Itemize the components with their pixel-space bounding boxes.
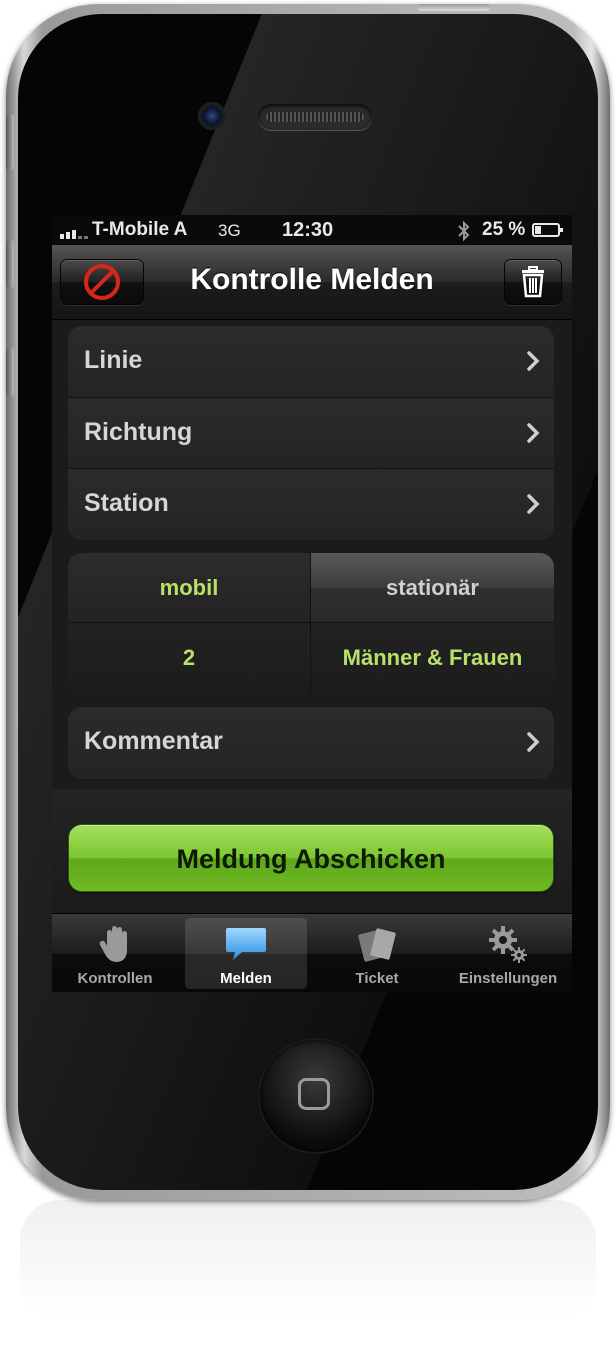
bluetooth-icon bbox=[458, 220, 470, 242]
mute-switch bbox=[6, 114, 14, 170]
page: T-Mobile A 3G 12:30 25 % Kontrolle Melde… bbox=[0, 0, 616, 1348]
status-bar: T-Mobile A 3G 12:30 25 % bbox=[52, 215, 572, 245]
control-type-panel: mobil stationär 2 Männer & Frauen bbox=[68, 553, 554, 693]
tab-label: Melden bbox=[220, 970, 272, 987]
navigation-bar: Kontrolle Melden bbox=[52, 245, 572, 320]
volume-down-button bbox=[6, 348, 14, 396]
tab-label: Ticket bbox=[355, 970, 399, 987]
comment-group: Kommentar bbox=[68, 707, 554, 778]
delete-button[interactable] bbox=[504, 259, 562, 305]
segment-stationaer[interactable]: stationär bbox=[311, 553, 554, 623]
battery-percentage: 25 % bbox=[482, 219, 526, 240]
controller-gender[interactable]: Männer & Frauen bbox=[311, 623, 554, 693]
row-richtung[interactable]: Richtung bbox=[68, 397, 554, 468]
tab-ticket[interactable]: Ticket bbox=[316, 918, 438, 989]
power-button bbox=[418, 4, 490, 11]
controller-count[interactable]: 2 bbox=[68, 623, 311, 693]
front-camera bbox=[198, 102, 226, 130]
phone-reflection bbox=[20, 1200, 596, 1320]
gears-icon bbox=[489, 926, 527, 963]
tab-bar: Kontrollen Melden Ticket Einstellungen bbox=[52, 913, 572, 992]
row-linie[interactable]: Linie bbox=[68, 326, 554, 397]
speech-bubble-icon bbox=[226, 928, 266, 960]
page-title: Kontrolle Melden bbox=[190, 263, 434, 296]
earpiece-speaker bbox=[258, 104, 372, 130]
chevron-right-icon bbox=[527, 494, 540, 514]
ticket-icon bbox=[358, 928, 396, 962]
location-group: Linie Richtung Station bbox=[68, 326, 554, 539]
battery-icon bbox=[532, 223, 563, 237]
tab-einstellungen[interactable]: Einstellungen bbox=[447, 918, 569, 989]
app-screen: T-Mobile A 3G 12:30 25 % Kontrolle Melde… bbox=[52, 215, 572, 992]
status-time: 12:30 bbox=[282, 219, 334, 241]
volume-up-button bbox=[6, 240, 14, 288]
tab-label: Einstellungen bbox=[458, 970, 558, 987]
chevron-right-icon bbox=[527, 732, 540, 752]
tab-melden[interactable]: Melden bbox=[185, 918, 307, 989]
row-label: Kommentar bbox=[84, 727, 223, 755]
tab-label: Kontrollen bbox=[77, 970, 153, 987]
segment-mobil[interactable]: mobil bbox=[68, 553, 311, 623]
network-type: 3G bbox=[218, 221, 241, 240]
trash-icon bbox=[522, 266, 544, 298]
row-label: Richtung bbox=[84, 418, 193, 446]
home-button[interactable] bbox=[260, 1040, 372, 1152]
row-label: Station bbox=[84, 489, 169, 517]
row-station[interactable]: Station bbox=[68, 468, 554, 539]
hand-icon bbox=[99, 926, 127, 962]
chevron-right-icon bbox=[527, 423, 540, 443]
carrier-name: T-Mobile A bbox=[92, 219, 188, 240]
submit-report-button[interactable]: Meldung Abschicken bbox=[68, 824, 554, 892]
chevron-right-icon bbox=[527, 351, 540, 371]
tab-kontrollen[interactable]: Kontrollen bbox=[54, 918, 176, 989]
row-label: Linie bbox=[84, 346, 143, 374]
row-kommentar[interactable]: Kommentar bbox=[68, 707, 554, 778]
